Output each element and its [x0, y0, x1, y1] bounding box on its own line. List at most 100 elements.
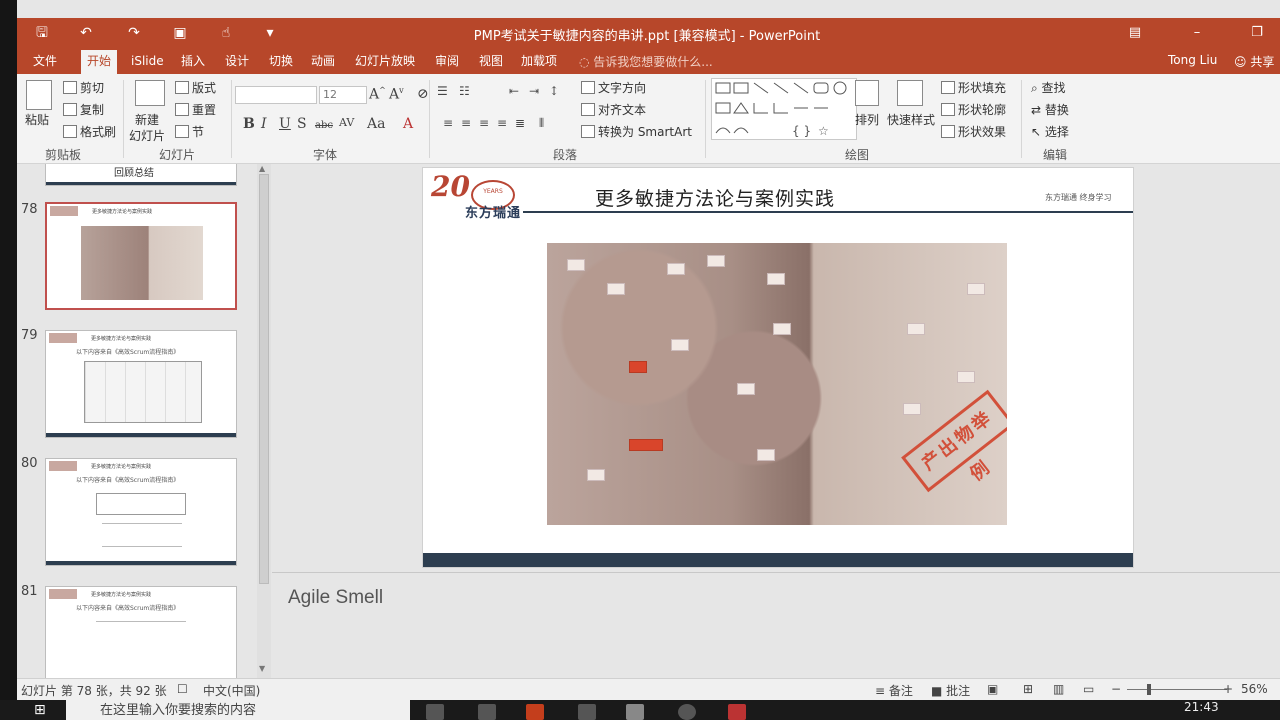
font-name-combo[interactable]	[235, 86, 317, 104]
touch-mode-icon[interactable]: ☝	[217, 24, 235, 42]
decrease-indent-icon[interactable]: ⇤	[509, 84, 519, 98]
notes-pane[interactable]: Agile Smell	[272, 572, 1280, 678]
font-color-icon[interactable]: A	[403, 116, 413, 132]
text-direction-button[interactable]: 文字方向	[581, 80, 646, 96]
shape-fill-button[interactable]: 形状填充	[941, 80, 1006, 96]
paste-icon[interactable]	[26, 80, 52, 110]
minimize-icon[interactable]: –	[1185, 22, 1209, 44]
font-size-combo[interactable]: 12	[319, 86, 367, 104]
normal-view-icon[interactable]: ▣	[987, 682, 998, 696]
app-icon[interactable]	[578, 704, 596, 720]
select-button[interactable]: ↖ 选择	[1031, 124, 1069, 140]
slideshow-icon[interactable]: ▭	[1083, 682, 1094, 696]
replace-button[interactable]: ⇄ 替换	[1031, 102, 1069, 118]
layout-button[interactable]: 版式	[175, 80, 216, 96]
increase-font-icon[interactable]: A^	[369, 86, 386, 103]
columns-icon[interactable]: ⫴	[539, 116, 544, 131]
copy-button[interactable]: 复制	[63, 102, 104, 118]
zoom-out-icon[interactable]: −	[1111, 682, 1121, 696]
thumbnail-80[interactable]: 更多敏捷方法论与案例实践 以下内容来自《高效Scrum流程指南》	[45, 458, 237, 566]
cut-button[interactable]: 剪切	[63, 80, 104, 96]
slide-title[interactable]: 更多敏捷方法论与案例实践	[595, 184, 835, 211]
format-painter-button[interactable]: 格式刷	[63, 124, 116, 140]
bold-icon[interactable]: B	[243, 116, 255, 132]
reading-view-icon[interactable]: ▥	[1053, 682, 1064, 696]
reset-button[interactable]: 重置	[175, 102, 216, 118]
thumbnail-79[interactable]: 更多敏捷方法论与案例实践 以下内容来自《高效Scrum流程指南》	[45, 330, 237, 438]
thumbnail-78[interactable]: 更多敏捷方法论与案例实践	[45, 202, 237, 310]
app-icon[interactable]	[728, 704, 746, 720]
increase-indent-icon[interactable]: ⇥	[529, 84, 539, 98]
numbering-icon[interactable]: ☷	[459, 84, 470, 98]
taskbar-clock[interactable]: 21:43	[1184, 700, 1219, 714]
start-presentation-icon[interactable]: ▣	[171, 24, 189, 42]
new-slide-dropdown[interactable]: 幻灯片	[129, 128, 165, 144]
section-button[interactable]: 节	[175, 124, 204, 140]
comments-toggle[interactable]: ■ 批注	[931, 682, 970, 699]
line-spacing-icon[interactable]: ↕	[549, 84, 559, 98]
change-case-icon[interactable]: Aa	[367, 116, 385, 132]
zoom-slider-knob[interactable]	[1147, 684, 1151, 695]
italic-icon[interactable]: I	[261, 116, 267, 132]
distributed-icon[interactable]: ≣	[515, 116, 525, 130]
decrease-font-icon[interactable]: Av	[389, 86, 404, 103]
thumbnail-81[interactable]: 更多敏捷方法论与案例实践 以下内容来自《高效Scrum流程指南》	[45, 586, 237, 678]
notes-toggle[interactable]: ≡ 备注	[875, 682, 913, 699]
slide-sorter-icon[interactable]: ⊞	[1023, 682, 1033, 696]
shape-outline-button[interactable]: 形状轮廓	[941, 102, 1006, 118]
app-icon[interactable]	[478, 704, 496, 720]
shadow-icon[interactable]: S	[297, 116, 307, 132]
align-right-icon[interactable]: ≡	[479, 116, 489, 130]
tab-review[interactable]: 审阅	[429, 52, 465, 74]
new-slide-icon[interactable]	[135, 80, 165, 106]
character-spacing-icon[interactable]: AV	[339, 116, 354, 129]
tab-animations[interactable]: 动画	[305, 52, 341, 74]
spelling-icon[interactable]: ☐	[177, 682, 188, 696]
tab-design[interactable]: 设计	[219, 52, 255, 74]
arrange-button[interactable]: 排列	[855, 112, 879, 128]
zoom-in-icon[interactable]: +	[1223, 682, 1233, 696]
language-indicator[interactable]: 中文(中国)	[203, 682, 260, 699]
quick-styles-icon[interactable]	[897, 80, 923, 106]
customize-qat-icon[interactable]: ▾	[261, 24, 279, 42]
tab-insert[interactable]: 插入	[175, 52, 211, 74]
tell-me-search[interactable]: ◌ 告诉我您想要做什么...	[579, 53, 713, 70]
shape-effects-button[interactable]: 形状效果	[941, 124, 1006, 140]
zoom-level[interactable]: 56%	[1241, 682, 1268, 696]
tab-slideshow[interactable]: 幻灯片放映	[349, 52, 421, 74]
tab-view[interactable]: 视图	[473, 52, 509, 74]
zoom-slider[interactable]	[1127, 689, 1227, 690]
taskbar-search[interactable]: 在这里输入你要搜索的内容	[66, 700, 410, 720]
user-name[interactable]: Tong Liu	[1168, 53, 1217, 67]
powerpoint-taskbar-icon[interactable]	[526, 704, 544, 720]
notes-text[interactable]: Agile Smell	[288, 587, 383, 609]
align-text-button[interactable]: 对齐文本	[581, 102, 646, 118]
tab-transitions[interactable]: 切换	[263, 52, 299, 74]
bullets-icon[interactable]: ☰	[437, 84, 448, 98]
tab-file[interactable]: 文件	[27, 52, 63, 74]
arrange-icon[interactable]	[855, 80, 879, 106]
new-slide-button[interactable]: 新建	[135, 112, 159, 128]
clear-formatting-icon[interactable]: ⊘	[417, 86, 429, 102]
clock-app-icon[interactable]	[678, 704, 696, 720]
convert-smartart-button[interactable]: 转换为 SmartArt	[581, 124, 692, 140]
scrollbar-thumb[interactable]	[259, 174, 269, 584]
strikethrough-icon[interactable]: abc	[315, 120, 333, 131]
find-button[interactable]: ⌕ 查找	[1031, 80, 1066, 96]
underline-icon[interactable]: U	[279, 116, 291, 132]
tab-islide[interactable]: iSlide	[125, 52, 170, 74]
justify-icon[interactable]: ≡	[497, 116, 507, 130]
scroll-up-icon[interactable]: ▲	[259, 164, 265, 173]
align-left-icon[interactable]: ≡	[443, 116, 453, 130]
undo-icon[interactable]: ↶	[77, 24, 95, 42]
scroll-down-icon[interactable]: ▼	[259, 664, 265, 673]
restore-icon[interactable]: ❐	[1245, 22, 1269, 44]
kanban-board-photo[interactable]: 产出物举例	[547, 243, 1007, 525]
wechat-icon[interactable]	[626, 704, 644, 720]
thumbnail-77-partial[interactable]: 回顾总结	[45, 164, 237, 186]
ribbon-display-options-icon[interactable]: ▤	[1123, 22, 1147, 44]
quick-styles-button[interactable]: 快速样式	[887, 112, 935, 128]
current-slide[interactable]: 20 YEARS 东方瑞通 更多敏捷方法论与案例实践 东方瑞通 终身学习 产出物…	[422, 167, 1134, 568]
save-icon[interactable]: 🖫	[33, 24, 51, 42]
share-button[interactable]: ☺ 共享	[1234, 53, 1274, 70]
